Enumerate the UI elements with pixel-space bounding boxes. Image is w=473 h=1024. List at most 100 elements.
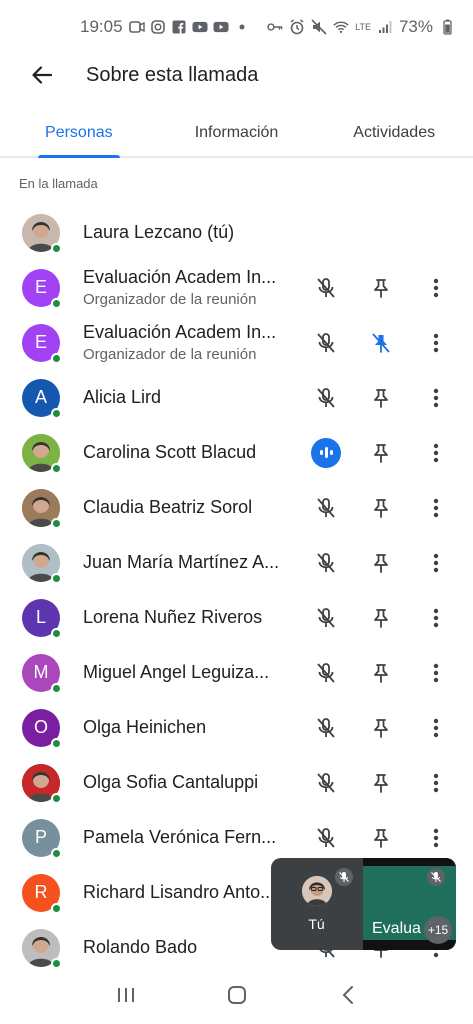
recents-button[interactable] [106, 975, 146, 1015]
status-bar: 19:05 LTE 73% [0, 0, 473, 54]
participant-name: Laura Lezcano (tú) [83, 222, 235, 242]
participant-name: Claudia Beatriz Sorol [83, 497, 253, 517]
back-nav-icon [342, 986, 353, 1004]
pip-self-mic-off-icon [335, 868, 353, 886]
more-options-icon[interactable] [421, 713, 451, 743]
more-options-icon[interactable] [421, 658, 451, 688]
pip-overflow-count[interactable]: +15 [424, 916, 452, 944]
mic-off-icon[interactable] [311, 328, 341, 358]
mic-off-icon[interactable] [311, 603, 341, 633]
pip-self-avatar [301, 876, 332, 906]
presence-dot [51, 352, 62, 364]
tab-personas[interactable]: Personas [0, 110, 158, 158]
picture-in-picture[interactable]: Tú Evalua +15 [271, 858, 456, 950]
pin-icon[interactable] [366, 273, 396, 303]
participant-row[interactable]: E Evaluación Academ In... Organizador de l… [0, 315, 473, 370]
participant-row[interactable]: Carolina Scott Blacud [0, 425, 473, 480]
back-nav-button[interactable] [328, 975, 368, 1015]
presence-dot [51, 242, 62, 254]
more-options-icon[interactable] [421, 823, 451, 853]
participant-name: Evaluación Academ In... [83, 267, 277, 287]
mic-off-icon[interactable] [311, 768, 341, 798]
participant-name: Rolando Bado [83, 937, 198, 957]
status-time: 19:05 [80, 17, 123, 36]
youtube-icon [192, 19, 208, 35]
participant-row[interactable]: M Miguel Angel Leguiza... [0, 645, 473, 700]
tab-informacion[interactable]: Información [158, 110, 316, 156]
network-type: LTE [355, 21, 371, 32]
presence-dot [51, 572, 62, 584]
participant-text: Lorena Nuñez Riveros [83, 607, 293, 628]
pin-icon[interactable] [366, 823, 396, 853]
pinned-icon[interactable] [366, 328, 396, 358]
avatar-wrapper [22, 543, 62, 584]
tab-actividades[interactable]: Actividades [315, 110, 473, 156]
mic-off-icon[interactable] [311, 383, 341, 413]
more-options-icon[interactable] [421, 438, 451, 468]
participant-row[interactable]: Claudia Beatriz Sorol [0, 480, 473, 535]
pin-icon[interactable] [366, 383, 396, 413]
participant-text: Juan María Martínez A... [83, 552, 293, 573]
pin-icon[interactable] [366, 658, 396, 688]
home-button[interactable] [217, 975, 257, 1015]
participant-name: Alicia Lird [83, 387, 162, 407]
more-options-icon[interactable] [421, 603, 451, 633]
participant-row[interactable]: Juan María Martínez A... [0, 535, 473, 590]
pin-icon[interactable] [366, 713, 396, 743]
mic-off-icon[interactable] [311, 713, 341, 743]
participant-row[interactable]: P Pamela Verónica Fern... [0, 810, 473, 865]
presence-dot [51, 627, 62, 639]
pin-icon[interactable] [366, 548, 396, 578]
participant-row[interactable]: Olga Sofia Cantaluppi [0, 755, 473, 810]
avatar-wrapper: P [22, 818, 62, 859]
tab-bar: Personas Información Actividades [0, 110, 473, 158]
pip-self-tile[interactable]: Tú [271, 858, 362, 950]
pip-screen-share-tile[interactable]: Evalua +15 [363, 858, 456, 950]
mic-off-icon[interactable] [311, 823, 341, 853]
participant-name: Carolina Scott Blacud [83, 442, 257, 462]
presence-dot [51, 792, 62, 804]
video-camera-icon [128, 19, 145, 35]
signal-icon [377, 19, 393, 35]
more-options-icon[interactable] [421, 493, 451, 523]
mic-off-icon[interactable] [311, 493, 341, 523]
back-button[interactable] [22, 55, 62, 95]
more-options-icon[interactable] [421, 383, 451, 413]
section-label: En la llamada [19, 176, 98, 191]
avatar-wrapper: L [22, 598, 62, 639]
status-left-icons [128, 19, 250, 35]
participant-row[interactable]: A Alicia Lird [0, 370, 473, 425]
participant-row[interactable]: O Olga Heinichen [0, 700, 473, 755]
participant-row[interactable]: Laura Lezcano (tú) [0, 205, 473, 260]
participant-text: Claudia Beatriz Sorol [83, 497, 293, 518]
recents-icon [117, 988, 134, 1002]
mic-off-icon[interactable] [311, 658, 341, 688]
participant-row[interactable]: E Evaluación Academ In... Organizador de l… [0, 260, 473, 315]
speaking-indicator-icon[interactable] [311, 437, 341, 468]
participant-name: Olga Sofia Cantaluppi [83, 772, 259, 792]
participant-name: Richard Lisandro Anto... [83, 882, 276, 902]
presence-dot [51, 682, 62, 694]
mic-off-icon[interactable] [311, 548, 341, 578]
battery-icon [439, 19, 455, 35]
more-options-icon[interactable] [421, 768, 451, 798]
wifi-icon [333, 19, 349, 35]
key-icon [267, 19, 283, 35]
participant-name: Lorena Nuñez Riveros [83, 607, 263, 627]
participant-name: Evaluación Academ In... [83, 322, 277, 342]
more-options-icon[interactable] [421, 548, 451, 578]
more-options-icon[interactable] [421, 328, 451, 358]
participant-name: Olga Heinichen [83, 717, 207, 737]
more-options-icon[interactable] [421, 273, 451, 303]
battery-level: 73% [398, 17, 433, 36]
presence-dot [51, 407, 62, 419]
pin-icon[interactable] [366, 493, 396, 523]
avatar-wrapper: A [22, 378, 62, 419]
presence-dot [51, 737, 62, 749]
pin-icon[interactable] [366, 768, 396, 798]
pin-icon[interactable] [366, 438, 396, 468]
mic-off-icon[interactable] [311, 273, 341, 303]
participant-row[interactable]: L Lorena Nuñez Riveros [0, 590, 473, 645]
arrow-back-icon [32, 66, 53, 84]
pin-icon[interactable] [366, 603, 396, 633]
